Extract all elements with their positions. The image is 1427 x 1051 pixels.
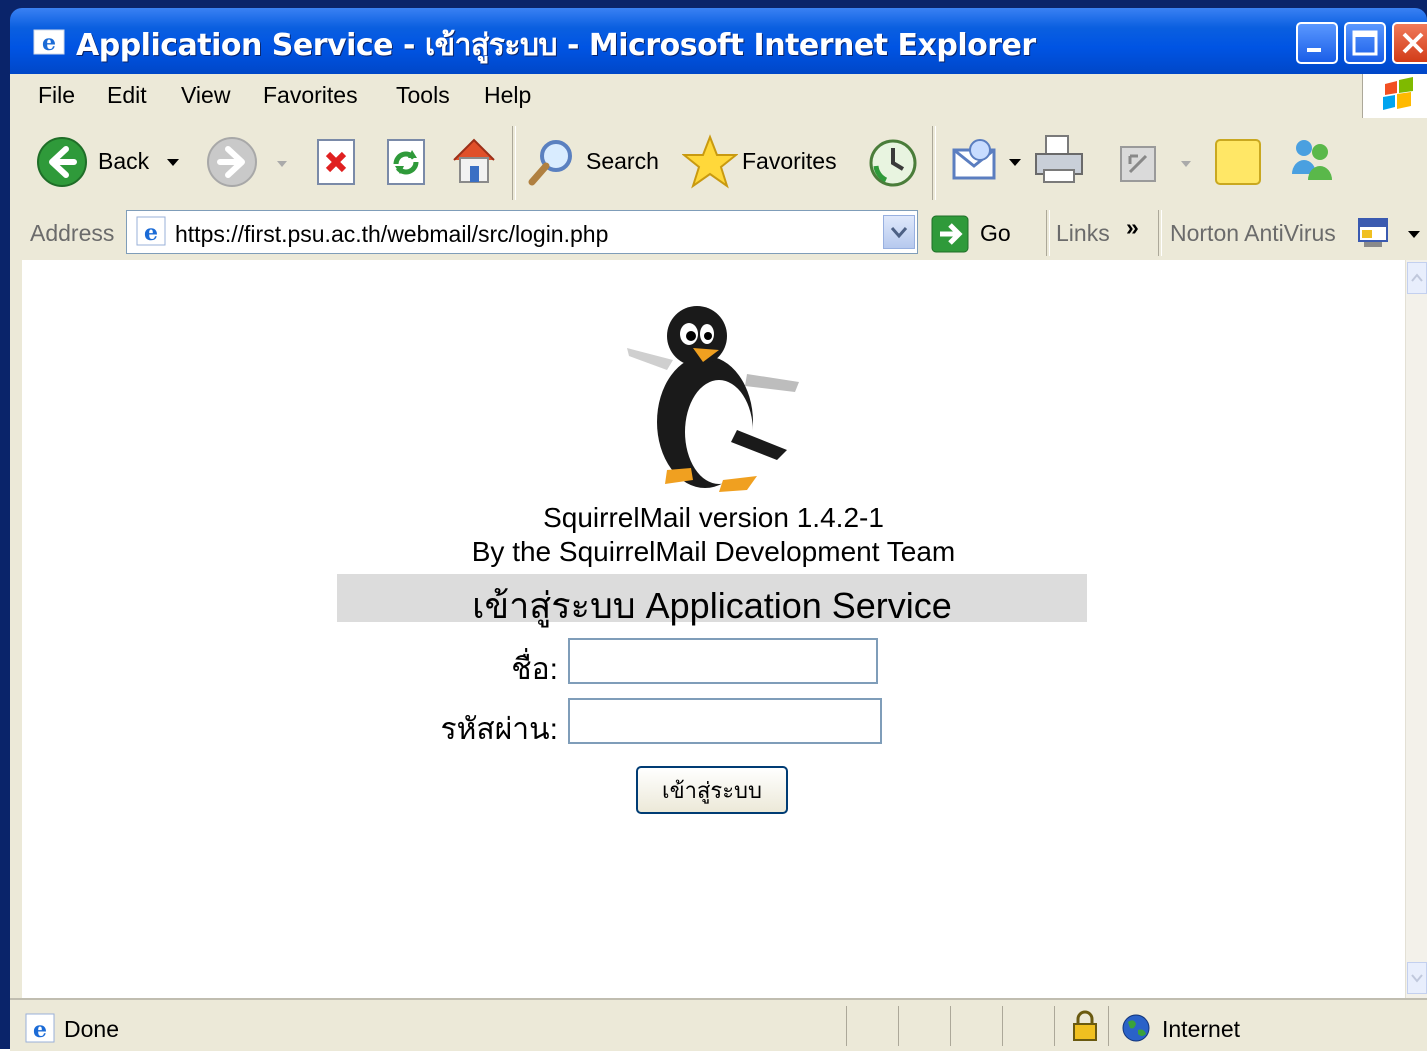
username-label: ชื่อ:	[511, 653, 558, 686]
back-label: Back	[98, 148, 150, 174]
globe-icon	[1122, 1014, 1150, 1042]
standard-toolbar: Back Search Favorites	[10, 118, 1427, 209]
windows-logo-icon	[1362, 74, 1427, 118]
mail-icon	[952, 139, 996, 180]
login-button[interactable]: เข้าสู่ระบบ	[636, 766, 788, 814]
discuss-icon[interactable]	[1212, 136, 1264, 188]
scroll-up-button[interactable]	[1407, 262, 1427, 294]
forward-button[interactable]	[206, 136, 296, 190]
password-label: รหัสผ่าน:	[440, 713, 558, 746]
chevron-down-icon	[890, 227, 908, 239]
version-text: SquirrelMail version 1.4.2-1	[543, 502, 884, 533]
login-title: เข้าสู่ระบบ Application Service	[472, 585, 952, 626]
address-field[interactable]: e https://first.psu.ac.th/webmail/src/lo…	[126, 210, 918, 254]
address-label: Address	[30, 220, 115, 246]
login-banner: เข้าสู่ระบบ Application Service	[337, 574, 1087, 626]
norton-icon[interactable]	[1356, 216, 1390, 250]
address-url: https://first.psu.ac.th/webmail/src/logi…	[175, 221, 609, 247]
dropdown-arrow-icon	[167, 159, 179, 166]
star-icon	[681, 134, 739, 189]
search-icon	[528, 140, 572, 186]
go-label: Go	[980, 220, 1011, 246]
back-arrow-icon	[37, 137, 87, 187]
svg-text:e: e	[33, 1017, 47, 1043]
refresh-icon[interactable]	[384, 138, 428, 188]
menu-file[interactable]: File	[38, 82, 75, 109]
chevron-down-icon	[1411, 974, 1423, 983]
menu-bar: File Edit View Favorites Tools Help	[10, 74, 1427, 119]
print-icon[interactable]	[1032, 132, 1088, 188]
dropdown-arrow-icon	[277, 161, 287, 167]
status-separator	[1108, 1006, 1109, 1046]
dropdown-arrow-icon	[1009, 159, 1021, 166]
search-button[interactable]: Search	[526, 136, 666, 190]
history-icon[interactable]	[866, 136, 920, 190]
team-text: By the SquirrelMail Development Team	[471, 536, 956, 567]
status-separator	[1002, 1006, 1003, 1046]
links-label[interactable]: Links	[1056, 220, 1110, 247]
back-button[interactable]: Back	[36, 136, 186, 190]
ie-icon: e	[32, 26, 66, 56]
page-done-icon: e	[25, 1013, 55, 1043]
favorites-label: Favorites	[742, 148, 837, 174]
forward-arrow-icon	[207, 137, 257, 187]
menu-tools[interactable]: Tools	[396, 82, 450, 109]
address-dropdown-button[interactable]	[883, 215, 915, 249]
home-icon[interactable]	[448, 134, 500, 186]
go-arrow-icon	[931, 215, 969, 253]
password-input[interactable]	[568, 698, 882, 744]
search-label: Search	[586, 148, 659, 174]
security-zone-text: Internet	[1162, 1016, 1240, 1042]
status-separator	[898, 1006, 899, 1046]
stop-icon[interactable]	[314, 138, 358, 188]
username-input[interactable]	[568, 638, 878, 684]
norton-label[interactable]: Norton AntiVirus	[1170, 220, 1336, 247]
status-bar: e Done Internet	[10, 998, 1427, 1051]
status-separator	[950, 1006, 951, 1046]
links-chevron[interactable]: »	[1126, 214, 1139, 241]
address-separator	[1158, 210, 1162, 256]
page-content: SquirrelMail version 1.4.2-1 By the Squi…	[22, 260, 1405, 998]
lock-icon[interactable]	[1070, 1010, 1100, 1044]
edit-icon[interactable]	[1118, 144, 1158, 184]
vertical-scrollbar[interactable]	[1405, 260, 1427, 998]
toolbar-separator	[512, 126, 516, 200]
svg-text:e: e	[42, 30, 56, 56]
messenger-icon[interactable]	[1284, 134, 1340, 186]
svg-text:e: e	[144, 220, 158, 246]
go-button[interactable]: Go	[930, 214, 1020, 254]
minimize-button[interactable]	[1296, 22, 1338, 64]
mail-button[interactable]	[950, 136, 1030, 190]
address-bar: Address e https://first.psu.ac.th/webmai…	[10, 208, 1427, 262]
window-title: Application Service - เข้าสู่ระบบ - Micr…	[76, 28, 1036, 63]
status-separator	[1054, 1006, 1055, 1046]
page-icon: e	[136, 216, 166, 246]
status-text: Done	[64, 1016, 119, 1042]
address-separator	[1046, 210, 1050, 256]
status-separator	[846, 1006, 847, 1046]
toolbar-separator	[932, 126, 936, 200]
dropdown-arrow-icon[interactable]	[1407, 230, 1421, 240]
menu-help[interactable]: Help	[484, 82, 531, 109]
menu-view[interactable]: View	[181, 82, 230, 109]
penguin-logo	[627, 306, 799, 492]
title-bar: e Application Service - เข้าสู่ระบบ - Mi…	[10, 8, 1427, 74]
scroll-down-button[interactable]	[1407, 962, 1427, 994]
dropdown-arrow-icon	[1181, 161, 1191, 167]
menu-edit[interactable]: Edit	[107, 82, 147, 109]
close-button[interactable]	[1392, 22, 1427, 64]
browser-window: e Application Service - เข้าสู่ระบบ - Mi…	[0, 0, 1427, 1051]
favorites-button[interactable]: Favorites	[681, 134, 852, 190]
maximize-button[interactable]	[1344, 22, 1386, 64]
chevron-up-icon	[1411, 273, 1423, 282]
menu-favorites[interactable]: Favorites	[263, 82, 358, 109]
